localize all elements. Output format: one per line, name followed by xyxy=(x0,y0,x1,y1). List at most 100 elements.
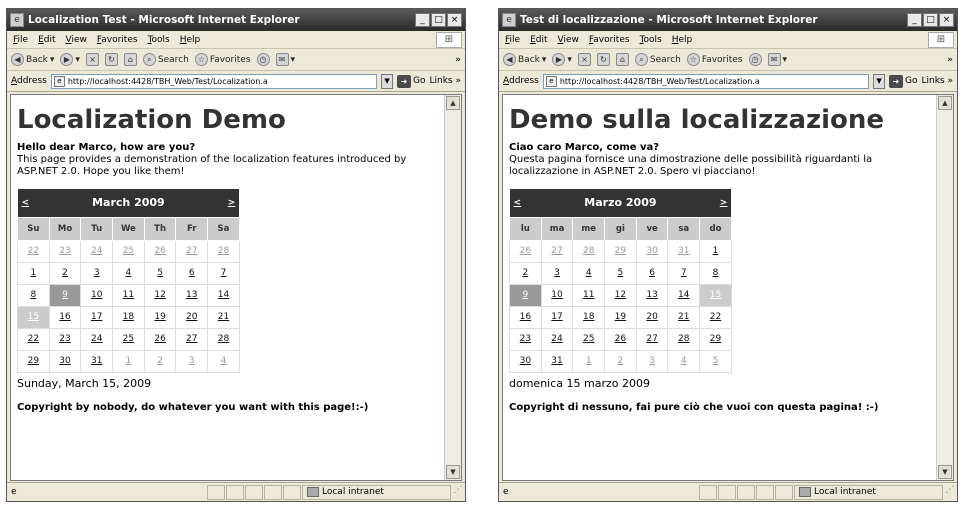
favorites-button[interactable]: ☆ Favorites xyxy=(686,53,743,66)
vertical-scrollbar[interactable]: ▲ ▼ xyxy=(936,95,953,480)
menu-edit[interactable]: Edit xyxy=(38,35,55,45)
calendar-day[interactable]: 30 xyxy=(48,349,82,373)
refresh-button[interactable]: ↻ xyxy=(596,53,610,66)
calendar-day[interactable]: 4 xyxy=(207,349,240,373)
home-button[interactable]: ⌂ xyxy=(615,53,629,66)
title-bar[interactable]: e Test di localizzazione - Microsoft Int… xyxy=(499,9,957,31)
calendar-day[interactable]: 29 xyxy=(699,327,732,351)
calendar-day[interactable]: 2 xyxy=(143,349,177,373)
vertical-scrollbar[interactable]: ▲ ▼ xyxy=(444,95,461,480)
scroll-up-arrow-icon[interactable]: ▲ xyxy=(938,96,952,110)
calendar-day[interactable]: 5 xyxy=(699,349,732,373)
minimize-button[interactable]: _ xyxy=(415,13,430,27)
calendar-day[interactable]: 2 xyxy=(604,349,637,373)
calendar-day[interactable]: 31 xyxy=(667,239,701,263)
address-dropdown[interactable]: ▼ xyxy=(381,73,394,89)
maximize-button[interactable]: □ xyxy=(431,13,446,27)
calendar-day[interactable]: 4 xyxy=(572,261,606,285)
calendar-day[interactable]: 11 xyxy=(112,283,145,307)
resize-grip-icon[interactable]: ⋰ xyxy=(451,485,465,500)
menu-file[interactable]: File xyxy=(505,35,520,45)
favorites-button[interactable]: ☆ Favorites xyxy=(194,53,251,66)
calendar-day[interactable]: 27 xyxy=(635,327,669,351)
calendar-day[interactable]: 31 xyxy=(540,349,574,373)
go-button[interactable]: ➜ Go xyxy=(397,74,426,88)
calendar-day[interactable]: 4 xyxy=(112,261,145,285)
refresh-button[interactable]: ↻ xyxy=(104,53,118,66)
next-month-link[interactable]: > xyxy=(207,189,240,217)
calendar-day[interactable]: 6 xyxy=(635,261,669,285)
forward-button[interactable]: ▶ ▾ xyxy=(552,53,572,66)
menu-file[interactable]: File xyxy=(13,35,28,45)
menu-view[interactable]: View xyxy=(66,35,87,45)
calendar-day[interactable]: 23 xyxy=(48,327,82,351)
menu-tools[interactable]: Tools xyxy=(148,35,170,45)
mail-button[interactable]: ✉ ▾ xyxy=(275,53,295,66)
calendar-day[interactable]: 27 xyxy=(175,239,209,263)
calendar-day[interactable]: 16 xyxy=(509,305,542,329)
calendar-day[interactable]: 2 xyxy=(48,261,82,285)
calendar-day[interactable]: 2 xyxy=(509,261,542,285)
calendar-day[interactable]: 14 xyxy=(207,283,240,307)
scroll-down-arrow-icon[interactable]: ▼ xyxy=(446,465,460,479)
calendar-day[interactable]: 8 xyxy=(17,283,50,307)
calendar-day[interactable]: 3 xyxy=(635,349,669,373)
calendar-day[interactable]: 30 xyxy=(635,239,669,263)
calendar-day[interactable]: 26 xyxy=(509,239,542,263)
maximize-button[interactable]: □ xyxy=(923,13,938,27)
calendar-day[interactable]: 23 xyxy=(48,239,82,263)
calendar-day[interactable]: 22 xyxy=(699,305,732,329)
calendar-day[interactable]: 8 xyxy=(699,261,732,285)
menu-view[interactable]: View xyxy=(558,35,579,45)
scroll-up-arrow-icon[interactable]: ▲ xyxy=(446,96,460,110)
calendar-day[interactable]: 10 xyxy=(80,283,114,307)
stop-button[interactable]: × xyxy=(85,53,99,66)
calendar-day[interactable]: 3 xyxy=(80,261,114,285)
calendar-day-today[interactable]: 9 xyxy=(48,283,82,307)
calendar-day-selected[interactable]: 15 xyxy=(17,305,50,329)
calendar-day[interactable]: 14 xyxy=(667,283,701,307)
back-button[interactable]: ◀ Back ▾ xyxy=(503,53,546,66)
links-button[interactable]: Links » xyxy=(430,76,462,86)
address-input[interactable]: e http://localhost:4428/TBH_Web/Test/Loca… xyxy=(50,73,378,89)
calendar-day[interactable]: 13 xyxy=(175,283,209,307)
calendar-day[interactable]: 18 xyxy=(112,305,145,329)
calendar-day[interactable]: 23 xyxy=(509,327,542,351)
calendar-day[interactable]: 16 xyxy=(48,305,82,329)
calendar-day[interactable]: 4 xyxy=(667,349,701,373)
home-button[interactable]: ⌂ xyxy=(123,53,137,66)
calendar-day[interactable]: 29 xyxy=(604,239,637,263)
calendar-day[interactable]: 25 xyxy=(112,327,145,351)
search-button[interactable]: ⌕ Search xyxy=(142,53,189,66)
title-bar[interactable]: e Localization Test - Microsoft Internet… xyxy=(7,9,465,31)
calendar-day[interactable]: 5 xyxy=(604,261,637,285)
stop-button[interactable]: × xyxy=(577,53,591,66)
toolbar-overflow[interactable]: » xyxy=(455,55,461,65)
menu-favorites[interactable]: Favorites xyxy=(97,35,138,45)
links-button[interactable]: Links » xyxy=(922,76,954,86)
history-button[interactable]: ◷ xyxy=(748,53,762,66)
menu-favorites[interactable]: Favorites xyxy=(589,35,630,45)
prev-month-link[interactable]: < xyxy=(17,189,50,217)
calendar-day[interactable]: 26 xyxy=(143,239,177,263)
calendar-day[interactable]: 20 xyxy=(635,305,669,329)
calendar-day[interactable]: 7 xyxy=(667,261,701,285)
calendar-day[interactable]: 7 xyxy=(207,261,240,285)
calendar-day[interactable]: 30 xyxy=(509,349,542,373)
calendar-day[interactable]: 31 xyxy=(80,349,114,373)
calendar-day[interactable]: 6 xyxy=(175,261,209,285)
menu-help[interactable]: Help xyxy=(672,35,693,45)
address-input[interactable]: e http://localhost:4428/TBH_Web/Test/Loca… xyxy=(542,73,870,89)
menu-help[interactable]: Help xyxy=(180,35,201,45)
calendar-day[interactable]: 3 xyxy=(175,349,209,373)
minimize-button[interactable]: _ xyxy=(907,13,922,27)
calendar-day[interactable]: 20 xyxy=(175,305,209,329)
calendar-day[interactable]: 28 xyxy=(207,327,240,351)
calendar-day[interactable]: 19 xyxy=(143,305,177,329)
calendar-day[interactable]: 21 xyxy=(207,305,240,329)
calendar-day[interactable]: 27 xyxy=(540,239,574,263)
calendar-day[interactable]: 1 xyxy=(572,349,606,373)
calendar-day[interactable]: 26 xyxy=(143,327,177,351)
prev-month-link[interactable]: < xyxy=(509,189,542,217)
forward-button[interactable]: ▶ ▾ xyxy=(60,53,80,66)
